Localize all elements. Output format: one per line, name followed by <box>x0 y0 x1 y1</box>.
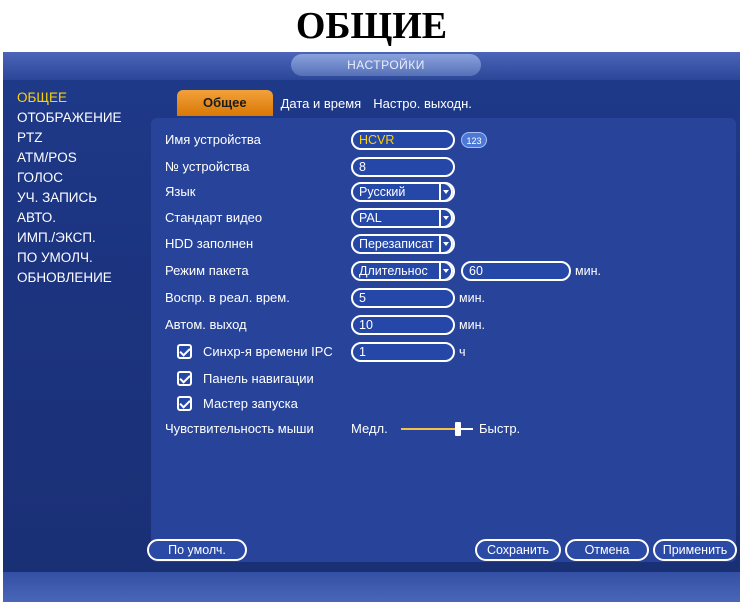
keyboard-icon[interactable]: 123 <box>461 132 487 148</box>
sidebar-item-general[interactable]: ОБЩЕЕ <box>11 88 141 108</box>
sensitivity-slider-thumb[interactable] <box>455 422 461 436</box>
mouse-sensitivity-label: Чувствительность мыши <box>165 421 314 436</box>
sidebar-item-account[interactable]: УЧ. ЗАПИСЬ <box>11 188 141 208</box>
tab-holiday-settings[interactable]: Настро. выходн. <box>369 92 476 116</box>
save-button[interactable]: Сохранить <box>475 539 561 561</box>
video-standard-label: Стандарт видео <box>165 210 263 225</box>
sidebar-item-ptz[interactable]: PTZ <box>11 128 141 148</box>
video-standard-select[interactable]: PAL <box>351 208 455 228</box>
row-video-standard: Стандарт видео PAL <box>165 208 725 228</box>
sidebar-item-default[interactable]: ПО УМОЛЧ. <box>11 248 141 268</box>
sidebar-item-voice[interactable]: ГОЛОС <box>11 168 141 188</box>
auto-logout-unit: мин. <box>459 318 485 332</box>
nav-bar-checkbox[interactable] <box>177 371 192 386</box>
chevron-down-icon <box>439 210 453 226</box>
tab-bar: Общее Дата и время Настро. выходн. <box>177 90 480 116</box>
row-hdd-full: HDD заполнен Перезаписат <box>165 234 725 254</box>
row-mouse-sensitivity: Чувствительность мыши Медл. Быстр. <box>165 419 725 439</box>
sensitivity-slider-fill <box>401 428 455 430</box>
title-bar: НАСТРОЙКИ <box>3 52 740 80</box>
fast-label: Быстр. <box>479 421 521 436</box>
realtime-play-label: Воспр. в реал. врем. <box>165 290 290 305</box>
nav-bar-label: Панель навигации <box>203 371 314 386</box>
device-number-field[interactable]: 8 <box>351 157 455 177</box>
hdd-full-label: HDD заполнен <box>165 236 254 251</box>
sidebar-item-upgrade[interactable]: ОБНОВЛЕНИЕ <box>11 268 141 288</box>
page-heading: ОБЩИЕ <box>295 5 448 47</box>
ipc-time-sync-checkbox[interactable] <box>177 344 192 359</box>
realtime-play-field[interactable]: 5 <box>351 288 455 308</box>
auto-logout-label: Автом. выход <box>165 317 247 332</box>
sidebar: ОБЩЕЕ ОТОБРАЖЕНИЕ PTZ ATM/POS ГОЛОС УЧ. … <box>11 88 141 288</box>
row-auto-logout: Автом. выход 10 мин. <box>165 315 725 335</box>
device-name-field[interactable]: HCVR <box>351 130 455 150</box>
default-button[interactable]: По умолч. <box>147 539 247 561</box>
row-device-name: Имя устройства HCVR 123 <box>165 130 725 150</box>
ipc-time-sync-unit: ч <box>459 345 466 359</box>
sidebar-item-display[interactable]: ОТОБРАЖЕНИЕ <box>11 108 141 128</box>
sidebar-item-atm-pos[interactable]: ATM/POS <box>11 148 141 168</box>
startup-wizard-label: Мастер запуска <box>203 396 298 411</box>
settings-window: НАСТРОЙКИ ОБЩЕЕ ОТОБРАЖЕНИЕ PTZ ATM/POS … <box>3 52 740 602</box>
sidebar-item-import-export[interactable]: ИМП./ЭКСП. <box>11 228 141 248</box>
sensitivity-slider-track <box>461 428 473 430</box>
sidebar-item-auto[interactable]: АВТО. <box>11 208 141 228</box>
slow-label: Медл. <box>351 421 388 436</box>
realtime-play-unit: мин. <box>459 291 485 305</box>
bottom-bar <box>3 572 740 602</box>
row-nav-bar: Панель навигации <box>165 369 725 389</box>
row-pack-mode: Режим пакета Длительнос 60 мин. <box>165 261 725 281</box>
ipc-time-sync-label: Синхр-я времени IPC <box>203 344 333 359</box>
tab-general[interactable]: Общее <box>177 90 273 116</box>
pack-mode-label: Режим пакета <box>165 263 249 278</box>
device-number-label: № устройства <box>165 159 250 174</box>
chevron-down-icon <box>439 184 453 200</box>
chevron-down-icon <box>439 236 453 252</box>
row-ipc-time-sync: Синхр-я времени IPC 1 ч <box>165 342 725 362</box>
row-realtime-play: Воспр. в реал. врем. 5 мин. <box>165 288 725 308</box>
ipc-time-sync-field[interactable]: 1 <box>351 342 455 362</box>
row-device-number: № устройства 8 <box>165 157 725 177</box>
device-name-label: Имя устройства <box>165 132 261 147</box>
pack-mode-select[interactable]: Длительнос <box>351 261 455 281</box>
startup-wizard-checkbox[interactable] <box>177 396 192 411</box>
window-title: НАСТРОЙКИ <box>291 54 481 76</box>
pack-duration-unit: мин. <box>575 264 601 278</box>
row-language: Язык Русский <box>165 182 725 202</box>
hdd-full-select[interactable]: Перезаписат <box>351 234 455 254</box>
language-label: Язык <box>165 184 196 199</box>
pack-duration-field[interactable]: 60 <box>461 261 571 281</box>
row-startup-wizard: Мастер запуска <box>165 394 725 414</box>
apply-button[interactable]: Применить <box>653 539 737 561</box>
chevron-down-icon <box>439 263 453 279</box>
auto-logout-field[interactable]: 10 <box>351 315 455 335</box>
language-select[interactable]: Русский <box>351 182 455 202</box>
cancel-button[interactable]: Отмена <box>565 539 649 561</box>
tab-date-time[interactable]: Дата и время <box>277 92 366 116</box>
